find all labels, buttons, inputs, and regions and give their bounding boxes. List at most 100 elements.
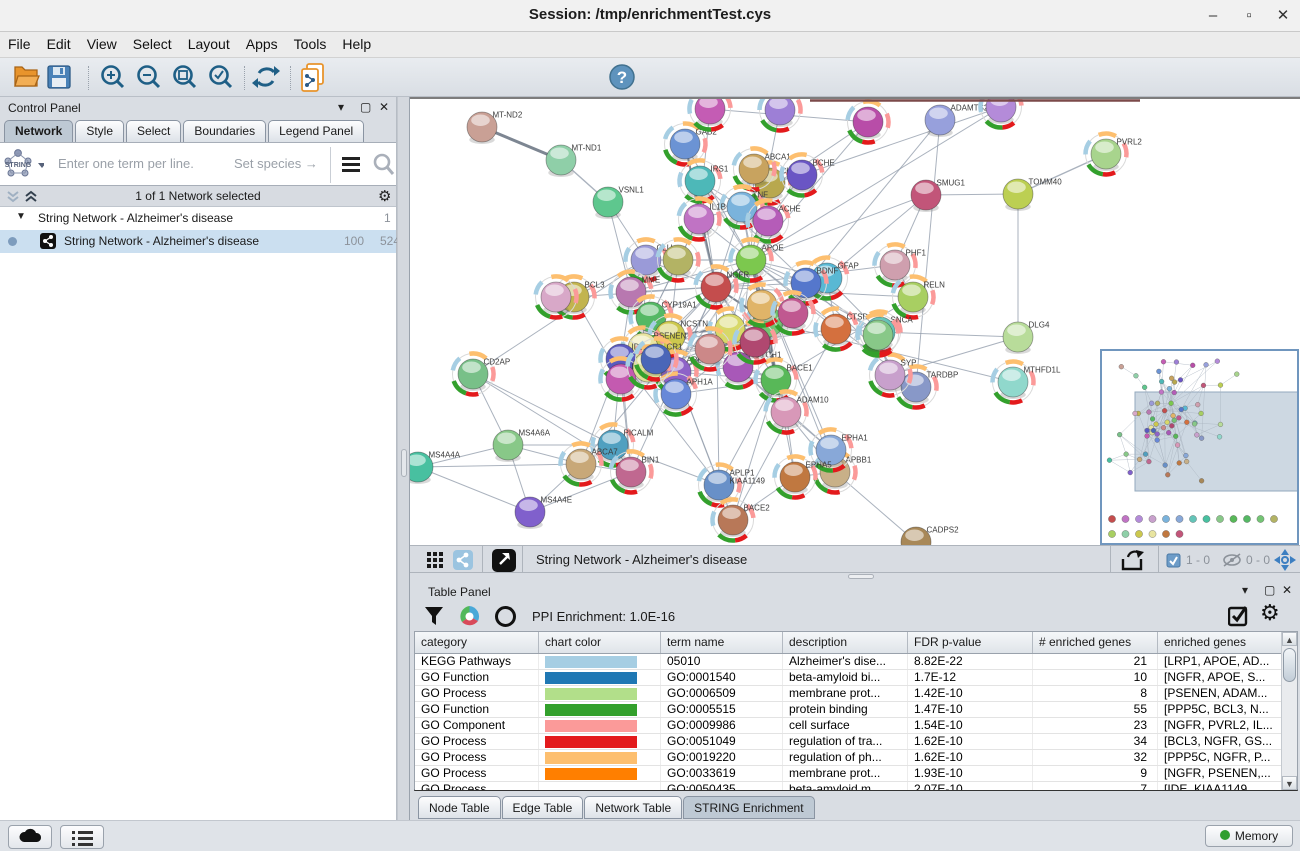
column-header[interactable]: # enriched genes <box>1033 632 1158 653</box>
zoom-selected-icon[interactable] <box>206 63 236 92</box>
table-row[interactable]: KEGG Pathways05010Alzheimer's dise...8.8… <box>415 654 1297 670</box>
network-node[interactable]: ADAM10 <box>766 391 830 432</box>
tab-network-table[interactable]: Network Table <box>584 796 682 819</box>
column-header[interactable]: enriched genes <box>1158 632 1283 653</box>
tab-boundaries[interactable]: Boundaries <box>183 120 266 142</box>
zoom-fit-icon[interactable] <box>170 63 200 92</box>
string-query-input[interactable]: Enter one term per line. <box>58 156 194 171</box>
network-node[interactable] <box>848 101 889 142</box>
save-session-icon[interactable] <box>46 64 72 90</box>
network-node[interactable] <box>857 314 898 355</box>
maximize-button[interactable]: ▫ <box>1234 4 1264 28</box>
horizontal-splitter[interactable] <box>410 573 1300 580</box>
export-network-icon[interactable] <box>1120 549 1146 572</box>
network-node[interactable]: BIN1 <box>611 451 660 492</box>
panel-float-icon[interactable]: ▢ <box>360 100 371 114</box>
network-collection-row[interactable]: ▼ String Network - Alzheimer's disease 1 <box>0 207 396 230</box>
network-node[interactable]: TOMM40 <box>1003 177 1062 211</box>
menu-file[interactable]: File <box>0 32 39 56</box>
network-row-selected[interactable]: String Network - Alzheimer's disease 100… <box>0 230 396 253</box>
table-row[interactable]: GO FunctionGO:0005515protein binding1.47… <box>415 702 1297 718</box>
clone-network-icon[interactable] <box>298 62 330 94</box>
menu-view[interactable]: View <box>79 32 125 56</box>
chart-color-icon[interactable] <box>458 605 481 628</box>
memory-button[interactable]: Memory <box>1205 825 1293 847</box>
network-node[interactable]: PVRL2 <box>1085 134 1142 175</box>
zoom-in-icon[interactable] <box>98 63 128 92</box>
network-node[interactable]: IL1B <box>679 199 726 240</box>
network-options-gear-icon[interactable]: ⚙ <box>378 187 391 205</box>
network-node[interactable]: RELN <box>893 277 946 318</box>
network-node[interactable] <box>980 99 1021 128</box>
network-node[interactable]: VSNL1 <box>593 185 644 219</box>
menu-help[interactable]: Help <box>334 32 379 56</box>
network-node[interactable]: MTHFD1L <box>992 362 1060 403</box>
grid-view-icon[interactable] <box>426 551 446 569</box>
tab-node-table[interactable]: Node Table <box>418 796 501 819</box>
network-node[interactable] <box>689 99 730 130</box>
string-search-icon[interactable] <box>372 152 396 178</box>
minimize-button[interactable]: – <box>1198 4 1228 28</box>
refresh-icon[interactable] <box>252 64 280 91</box>
panel-close-icon[interactable]: ✕ <box>379 100 389 114</box>
share-view-icon[interactable] <box>453 550 473 570</box>
table-row[interactable]: GO FunctionGO:0001540beta-amyloid bi...1… <box>415 670 1297 686</box>
splitter-handle[interactable] <box>848 574 874 579</box>
string-menu-icon[interactable] <box>340 154 364 176</box>
menu-select[interactable]: Select <box>125 32 180 56</box>
network-node[interactable]: CADPS2 <box>901 525 959 545</box>
open-session-icon[interactable] <box>12 64 42 90</box>
splitter-handle[interactable] <box>401 449 407 477</box>
table-scrollbar[interactable]: ▲ ▼ <box>1281 632 1297 790</box>
table-row[interactable]: GO ComponentGO:0009986cell surface1.54E-… <box>415 718 1297 734</box>
panel-menu-icon[interactable]: ▾ <box>338 100 344 114</box>
network-node[interactable] <box>760 99 801 131</box>
panel-close-icon[interactable]: ✕ <box>1282 583 1292 597</box>
menu-layout[interactable]: Layout <box>180 32 238 56</box>
filter-icon[interactable] <box>424 606 446 627</box>
column-header[interactable]: description <box>783 632 908 653</box>
network-canvas[interactable]: MT-ND2MT-ND1VSNL1GAB2ADAMTS2PVRL2SMUG1TO… <box>410 97 1300 545</box>
tab-legend-panel[interactable]: Legend Panel <box>268 120 364 142</box>
tab-style[interactable]: Style <box>75 120 124 142</box>
panel-menu-icon[interactable]: ▾ <box>1242 583 1248 597</box>
column-header[interactable]: chart color <box>539 632 661 653</box>
clear-color-icon[interactable] <box>494 605 517 628</box>
table-row[interactable]: GO ProcessGO:0051049regulation of tra...… <box>415 734 1297 750</box>
menu-edit[interactable]: Edit <box>39 32 79 56</box>
panel-float-icon[interactable]: ▢ <box>1264 583 1275 597</box>
network-node[interactable]: MT-ND2 <box>467 110 523 144</box>
network-node[interactable]: DLG4 <box>1003 320 1050 354</box>
species-hint[interactable]: Set species → <box>234 156 318 171</box>
birds-eye-view[interactable] <box>1100 349 1299 545</box>
scroll-down-icon[interactable]: ▼ <box>1282 776 1297 790</box>
table-row[interactable]: GO ProcessGO:0019220regulation of ph...1… <box>415 750 1297 766</box>
menu-apps[interactable]: Apps <box>238 32 286 56</box>
table-row[interactable]: GO ProcessGO:0033619membrane prot...1.93… <box>415 766 1297 782</box>
network-node[interactable] <box>536 276 577 317</box>
task-list-button[interactable] <box>60 825 104 849</box>
navigator-icon[interactable] <box>1274 549 1296 571</box>
tab-edge-table[interactable]: Edge Table <box>502 796 584 819</box>
string-logo-icon[interactable]: STRING <box>2 147 44 183</box>
network-node[interactable]: MS4A4E <box>515 495 572 529</box>
close-button[interactable]: ✕ <box>1268 4 1298 28</box>
menu-tools[interactable]: Tools <box>286 32 335 56</box>
scroll-thumb[interactable] <box>1283 648 1296 682</box>
help-icon[interactable]: ? <box>608 63 636 91</box>
tree-expander-icon[interactable]: ▼ <box>16 211 26 222</box>
zoom-out-icon[interactable] <box>134 63 164 92</box>
tab-network[interactable]: Network <box>4 120 73 142</box>
scroll-up-icon[interactable]: ▲ <box>1282 632 1297 646</box>
network-node[interactable] <box>734 322 775 363</box>
column-header[interactable]: category <box>415 632 539 653</box>
tab-select[interactable]: Select <box>126 120 181 142</box>
automation-cloud-button[interactable] <box>8 825 52 849</box>
network-node[interactable] <box>773 292 814 333</box>
vertical-splitter[interactable] <box>397 97 410 820</box>
select-columns-icon[interactable] <box>1228 605 1250 627</box>
column-header[interactable]: FDR p-value <box>908 632 1033 653</box>
tab-string-enrichment[interactable]: STRING Enrichment <box>683 796 814 819</box>
column-header[interactable]: term name <box>661 632 783 653</box>
table-row[interactable]: GO ProcessGO:0050435beta-amyloid m...2.0… <box>415 782 1297 790</box>
